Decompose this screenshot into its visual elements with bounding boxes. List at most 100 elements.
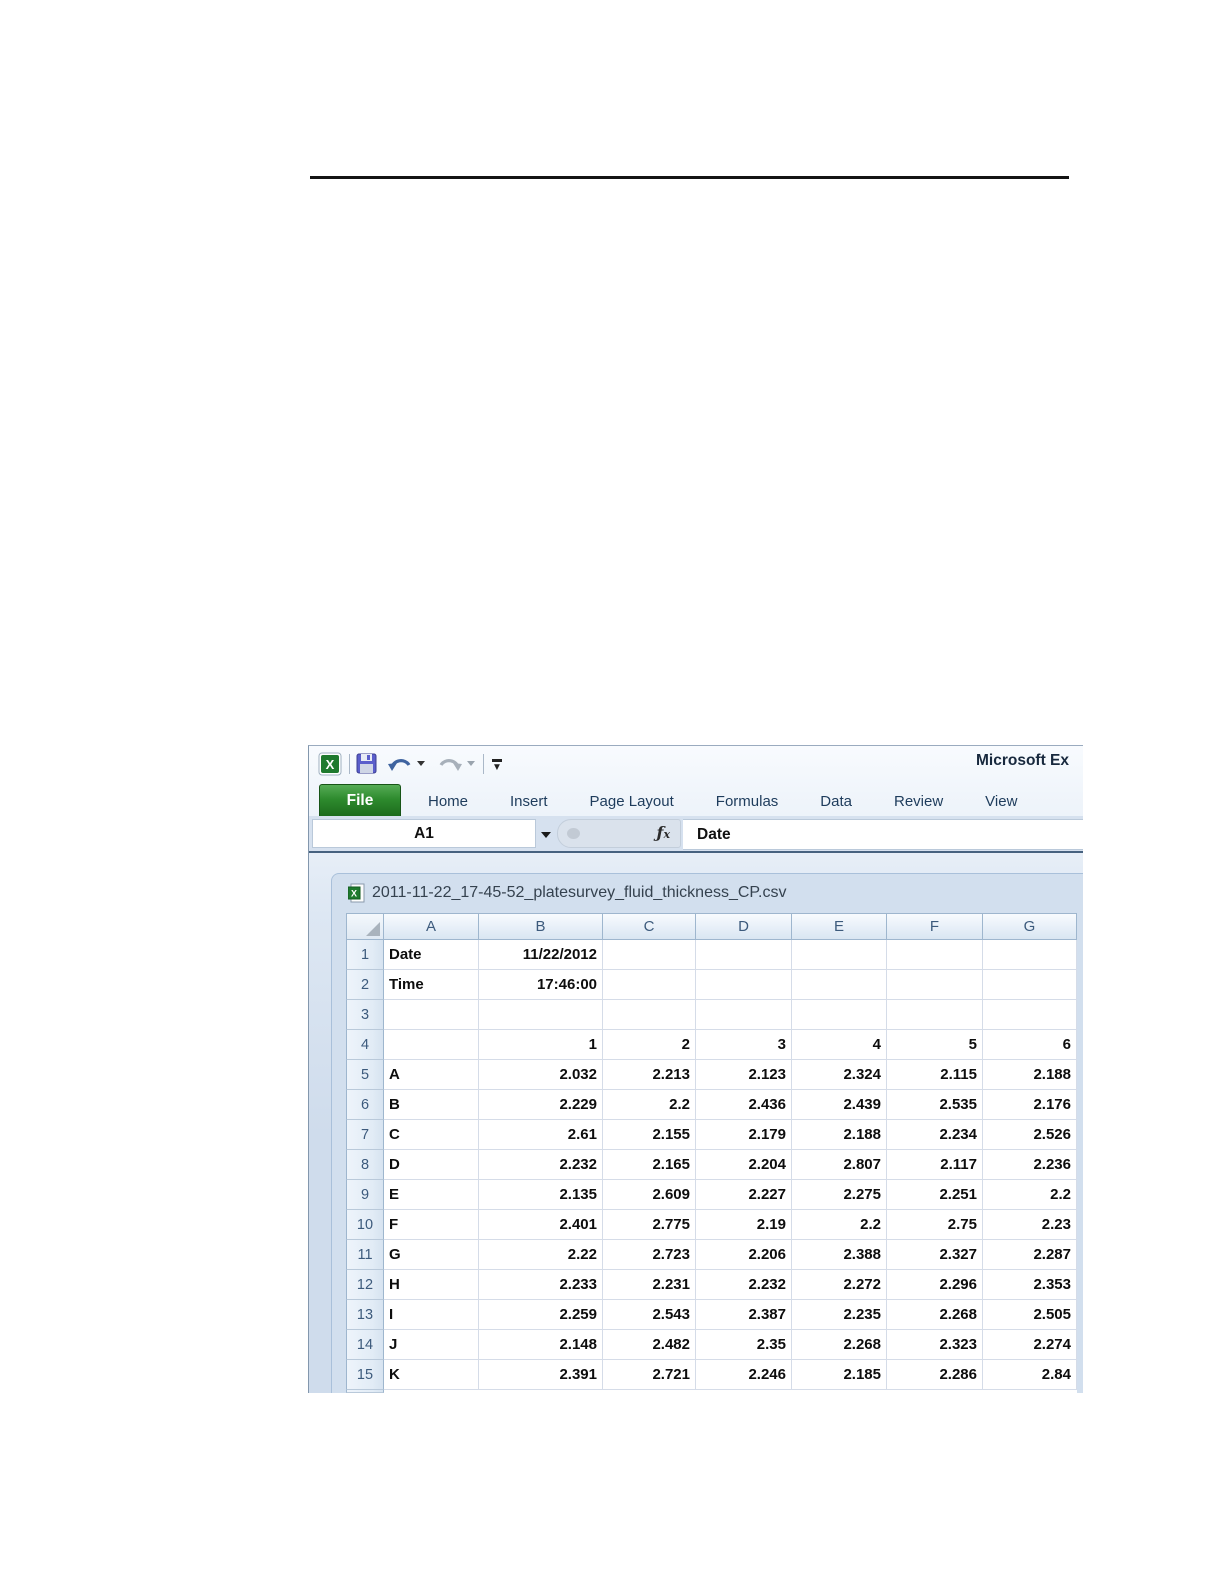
cell[interactable]: 2.274 <box>983 1330 1077 1360</box>
row-number[interactable]: 14 <box>346 1330 384 1360</box>
cell[interactable]: B <box>384 1090 479 1120</box>
cell[interactable]: 2.2 <box>983 1180 1077 1210</box>
row-number[interactable]: 1 <box>346 940 384 970</box>
cell[interactable]: 2.213 <box>603 1060 696 1090</box>
cell[interactable]: 2.246 <box>696 1360 792 1390</box>
excel-logo-icon[interactable]: X <box>318 752 342 776</box>
cell[interactable]: 2.232 <box>479 1150 603 1180</box>
cell[interactable]: 2.188 <box>983 1060 1077 1090</box>
cell[interactable]: 5 <box>887 1030 983 1060</box>
tab-insert[interactable]: Insert <box>489 786 569 816</box>
cell[interactable]: 2.268 <box>792 1330 887 1360</box>
cell[interactable] <box>792 1000 887 1030</box>
cell[interactable]: 2.296 <box>887 1270 983 1300</box>
cell[interactable]: 2.436 <box>696 1090 792 1120</box>
cell[interactable]: 2.324 <box>792 1060 887 1090</box>
cell[interactable]: 2.275 <box>792 1180 887 1210</box>
cell[interactable] <box>792 970 887 1000</box>
cell[interactable]: 2.327 <box>887 1240 983 1270</box>
cell[interactable]: 2.387 <box>696 1300 792 1330</box>
cell[interactable]: 2.775 <box>603 1210 696 1240</box>
tab-page-layout[interactable]: Page Layout <box>569 786 695 816</box>
cell[interactable]: 2.227 <box>696 1180 792 1210</box>
cell[interactable]: 2.439 <box>792 1090 887 1120</box>
cell[interactable]: C <box>384 1120 479 1150</box>
column-header-E[interactable]: E <box>792 913 887 940</box>
cell[interactable]: 2 <box>603 1030 696 1060</box>
tab-view[interactable]: View <box>964 786 1038 816</box>
cell[interactable]: 2.721 <box>603 1360 696 1390</box>
column-header-B[interactable]: B <box>479 913 603 940</box>
cell[interactable]: 2.535 <box>887 1090 983 1120</box>
cell[interactable]: 2.22 <box>479 1240 603 1270</box>
cell[interactable]: 2.115 <box>887 1060 983 1090</box>
cell[interactable]: 2.236 <box>983 1150 1077 1180</box>
cell[interactable]: 2.032 <box>479 1060 603 1090</box>
cell[interactable]: Time <box>384 970 479 1000</box>
fx-icon[interactable]: ƒx <box>657 823 670 842</box>
row-number[interactable]: 10 <box>346 1210 384 1240</box>
cell[interactable] <box>696 1000 792 1030</box>
cell[interactable]: J <box>384 1330 479 1360</box>
cell[interactable] <box>603 940 696 970</box>
cell[interactable]: 2.353 <box>983 1270 1077 1300</box>
save-icon[interactable] <box>355 752 378 775</box>
cell[interactable]: 2.268 <box>887 1300 983 1330</box>
cell[interactable]: 2.543 <box>603 1300 696 1330</box>
column-header-G[interactable]: G <box>983 913 1077 940</box>
cell[interactable]: 2.185 <box>792 1360 887 1390</box>
cell[interactable]: 2.204 <box>696 1150 792 1180</box>
cell[interactable]: H <box>384 1270 479 1300</box>
column-header-D[interactable]: D <box>696 913 792 940</box>
tab-formulas[interactable]: Formulas <box>695 786 800 816</box>
cell[interactable]: 2.609 <box>603 1180 696 1210</box>
cell[interactable] <box>696 940 792 970</box>
cell[interactable] <box>792 940 887 970</box>
cell[interactable]: 2.723 <box>603 1240 696 1270</box>
undo-icon[interactable] <box>387 752 413 776</box>
cell[interactable] <box>887 940 983 970</box>
row-number[interactable]: 7 <box>346 1120 384 1150</box>
row-number[interactable]: 11 <box>346 1240 384 1270</box>
cell[interactable]: 2.401 <box>479 1210 603 1240</box>
row-number[interactable]: 15 <box>346 1360 384 1390</box>
cell[interactable]: 2.148 <box>479 1330 603 1360</box>
cell[interactable]: 17:46:00 <box>479 970 603 1000</box>
row-number[interactable]: 5 <box>346 1060 384 1090</box>
cell[interactable] <box>696 970 792 1000</box>
row-number[interactable]: 13 <box>346 1300 384 1330</box>
cell[interactable] <box>983 970 1077 1000</box>
column-header-A[interactable]: A <box>384 913 479 940</box>
cell[interactable]: 2.272 <box>792 1270 887 1300</box>
cell[interactable]: 2.526 <box>983 1120 1077 1150</box>
cell[interactable]: 2.234 <box>887 1120 983 1150</box>
cell[interactable] <box>887 1000 983 1030</box>
cell[interactable] <box>983 1000 1077 1030</box>
cell[interactable]: 2.323 <box>887 1330 983 1360</box>
cell[interactable]: G <box>384 1240 479 1270</box>
cell[interactable]: 6 <box>983 1030 1077 1060</box>
cell[interactable]: 2.229 <box>479 1090 603 1120</box>
cell[interactable]: 2.233 <box>479 1270 603 1300</box>
cell[interactable]: 2.123 <box>696 1060 792 1090</box>
cell[interactable]: A <box>384 1060 479 1090</box>
cell[interactable]: 2.188 <box>792 1120 887 1150</box>
cell[interactable]: 11/22/2012 <box>479 940 603 970</box>
cell[interactable] <box>887 970 983 1000</box>
cell[interactable]: 2.505 <box>983 1300 1077 1330</box>
cell[interactable] <box>384 1030 479 1060</box>
cell[interactable]: 2.135 <box>479 1180 603 1210</box>
cell[interactable]: 2.231 <box>603 1270 696 1300</box>
row-number[interactable]: 9 <box>346 1180 384 1210</box>
workbook-titlebar[interactable]: X 2011-11-22_17-45-52_platesurvey_fluid_… <box>348 883 786 903</box>
row-number[interactable]: 6 <box>346 1090 384 1120</box>
cell[interactable]: 2.482 <box>603 1330 696 1360</box>
cell[interactable]: 1 <box>479 1030 603 1060</box>
cell[interactable] <box>384 1000 479 1030</box>
cell[interactable]: 2.286 <box>887 1360 983 1390</box>
cell[interactable]: 2.84 <box>983 1360 1077 1390</box>
cell[interactable]: 2.61 <box>479 1120 603 1150</box>
cell[interactable]: 2.807 <box>792 1150 887 1180</box>
cell[interactable] <box>603 970 696 1000</box>
cell[interactable]: 2.235 <box>792 1300 887 1330</box>
